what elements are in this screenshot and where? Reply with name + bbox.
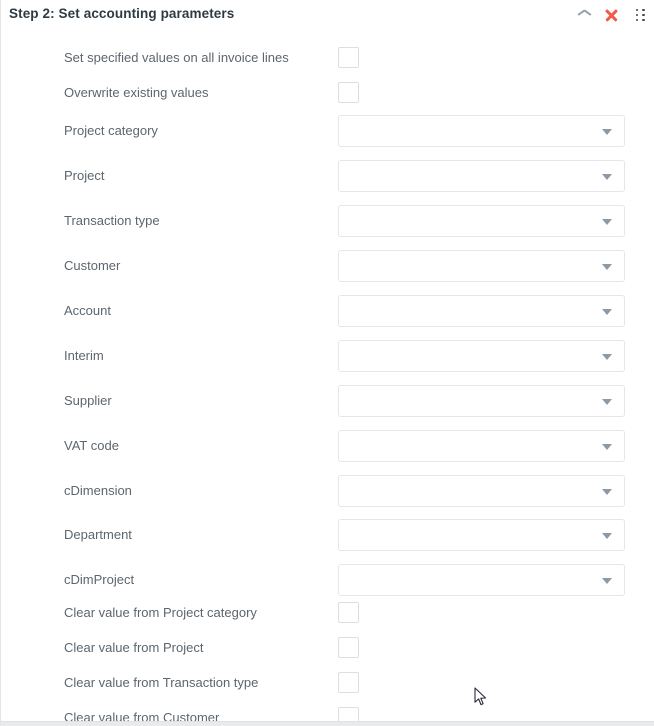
chevron-down-icon: [602, 578, 612, 584]
chevron-down-icon: [602, 533, 612, 539]
bottom-scroll-strip[interactable]: [1, 721, 654, 726]
field-label: cDimProject: [64, 572, 134, 588]
field-label: VAT code: [64, 438, 119, 454]
checkbox-input[interactable]: [338, 82, 359, 103]
field-label: Overwrite existing values: [64, 85, 209, 101]
chevron-down-icon: [602, 444, 612, 450]
page-title: Step 2: Set accounting parameters: [9, 6, 234, 21]
close-button[interactable]: [599, 3, 623, 27]
accounting-parameters-panel: Step 2: Set accounting parameters Set sp…: [0, 0, 654, 726]
chevron-down-icon: [602, 354, 612, 360]
chevron-up-icon: [578, 11, 591, 19]
checkbox-input[interactable]: [338, 637, 359, 658]
chevron-down-icon: [602, 264, 612, 270]
dropdown-select[interactable]: [338, 250, 625, 282]
field-label: Customer: [64, 258, 120, 274]
field-label: Account: [64, 303, 111, 319]
field-label: Clear value from Transaction type: [64, 675, 258, 691]
field-label: Clear value from Project category: [64, 605, 257, 621]
mouse-pointer-icon: [474, 687, 488, 707]
dropdown-select[interactable]: [338, 385, 625, 417]
field-label: Project category: [64, 123, 158, 139]
panel-header: Step 2: Set accounting parameters: [1, 0, 654, 29]
chevron-down-icon: [602, 219, 612, 225]
checkbox-input[interactable]: [338, 672, 359, 693]
dropdown-select[interactable]: [338, 340, 625, 372]
collapse-button[interactable]: [572, 3, 596, 27]
drag-handle-icon: [636, 9, 647, 22]
dropdown-select[interactable]: [338, 519, 625, 551]
dropdown-select[interactable]: [338, 430, 625, 462]
dropdown-select[interactable]: [338, 564, 625, 596]
checkbox-input[interactable]: [338, 47, 359, 68]
field-label: Set specified values on all invoice line…: [64, 50, 289, 66]
chevron-down-icon: [602, 129, 612, 135]
drag-handle-button[interactable]: [629, 3, 653, 27]
close-icon: [604, 8, 619, 23]
checkbox-input[interactable]: [338, 602, 359, 623]
dropdown-select[interactable]: [338, 295, 625, 327]
dropdown-select[interactable]: [338, 205, 625, 237]
dropdown-select[interactable]: [338, 160, 625, 192]
dropdown-select[interactable]: [338, 115, 625, 147]
chevron-down-icon: [602, 309, 612, 315]
field-label: Interim: [64, 348, 104, 364]
field-label: cDimension: [64, 483, 132, 499]
field-label: Supplier: [64, 393, 112, 409]
field-label: Project: [64, 168, 104, 184]
chevron-down-icon: [602, 489, 612, 495]
field-label: Department: [64, 527, 132, 543]
field-label: Clear value from Project: [64, 640, 203, 656]
chevron-down-icon: [602, 399, 612, 405]
chevron-down-icon: [602, 174, 612, 180]
field-label: Transaction type: [64, 213, 160, 229]
dropdown-select[interactable]: [338, 475, 625, 507]
